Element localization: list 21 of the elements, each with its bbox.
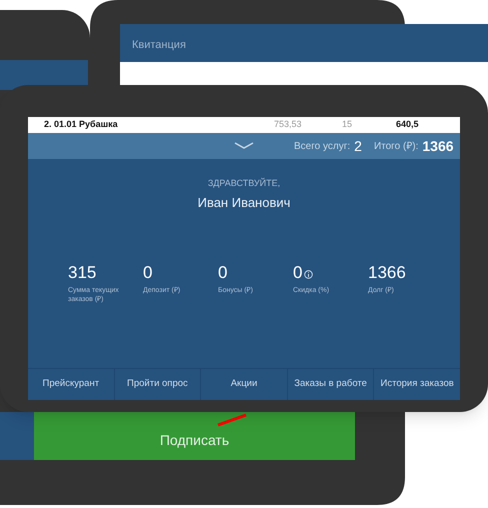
stat-value: 1366: [368, 262, 406, 284]
total-amount: 1366: [422, 136, 454, 156]
chevron-down-icon[interactable]: [234, 142, 254, 150]
item-price: 753,53: [274, 118, 303, 132]
total-label: Итого (₽):: [374, 140, 418, 154]
item-sum: 640,5: [396, 118, 419, 132]
stat-value: 0: [218, 262, 228, 284]
stat-value: 0: [293, 262, 302, 284]
signature-stroke: [217, 412, 247, 428]
services-label: Всего услуг:: [294, 140, 350, 154]
item-discount: 15: [342, 118, 354, 132]
receipt-title: Квитанция: [132, 39, 186, 51]
info-icon[interactable]: [304, 270, 314, 279]
customer-name: Иван Иванович: [198, 194, 290, 212]
item-name: 2. 01.01 Рубашка: [44, 118, 119, 132]
screen-panel: [0, 412, 34, 460]
services-count: 2: [354, 136, 362, 156]
stat-value: 0: [143, 262, 152, 284]
greeting-text: ЗДРАВСТВУЙТЕ,: [208, 177, 280, 190]
sign-button[interactable]: Подписать: [34, 412, 355, 460]
stat-value: 315: [68, 262, 96, 284]
